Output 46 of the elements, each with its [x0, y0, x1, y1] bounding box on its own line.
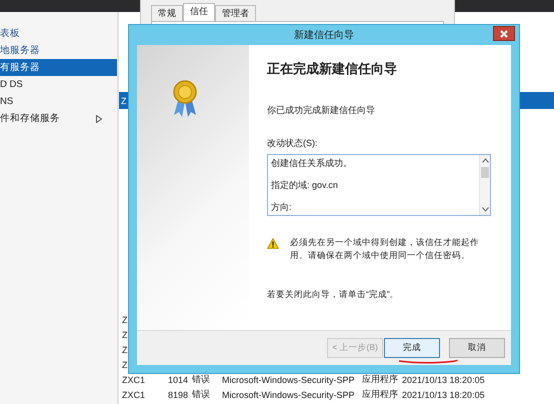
annotation-underline — [398, 358, 458, 364]
table-cell-text: 错误 — [192, 373, 211, 386]
wizard-button[interactable]: 完成 — [384, 338, 440, 358]
table-cell: 2021/10/13 18:20:05 — [402, 374, 485, 384]
closing-text: 若要关闭此向导，请单击“完成”。 — [267, 289, 400, 301]
table-cell-text: 8198 — [168, 390, 190, 400]
intro-text: 你已成功完成新建信任向导 — [267, 104, 376, 117]
status-line: 创建信任关系成功。 — [271, 157, 353, 168]
table-cell-text: 错误 — [192, 388, 211, 401]
scrollbar[interactable] — [479, 155, 490, 215]
sidebar-item[interactable]: 有服务器 — [0, 59, 117, 76]
warning-icon — [267, 238, 279, 249]
status-line: 方向: — [271, 201, 293, 212]
window-title: 新建信任向导 — [294, 28, 354, 42]
close-icon — [500, 30, 508, 38]
table-cell: 2021/10/13 18:20:05 — [402, 390, 485, 400]
table-cell: Z — [122, 330, 128, 340]
scroll-thumb[interactable] — [481, 167, 489, 178]
tab[interactable]: 管理者 — [215, 5, 256, 21]
table-cell-text: 应用程序 — [362, 373, 399, 386]
expand-arrow-icon[interactable] — [96, 114, 102, 122]
tab[interactable]: 信任 — [183, 3, 215, 21]
scroll-down-icon[interactable] — [482, 207, 488, 212]
table-cell-text: ZXC1 — [122, 374, 146, 384]
sidebar-item[interactable]: 地服务器 — [0, 42, 117, 59]
sidebar-item[interactable]: 表板 — [0, 25, 117, 42]
table-cell: Z — [122, 344, 128, 354]
warning-text: 必须先在另一个域中得到创建，该信任才能起作用。请确保在两个域中使用同一个信任密码。 — [290, 236, 480, 262]
table-cell-text: Microsoft-Windows-Security-SPP — [222, 374, 356, 384]
sidebar-item[interactable]: NS — [0, 93, 117, 110]
close-button[interactable] — [493, 26, 515, 41]
status-line: 指定的域: gov.cn — [271, 179, 339, 190]
wizard-heading: 正在完成新建信任向导 — [267, 60, 398, 78]
status-label: 改动状态(S): — [267, 137, 318, 150]
scroll-up-icon[interactable] — [482, 158, 488, 163]
table-cell-text: 应用程序 — [362, 388, 399, 401]
status-box[interactable]: 创建信任关系成功。 指定的域: gov.cn 方向: — [267, 154, 491, 216]
sidebar-item[interactable]: 件和存储服务 — [0, 110, 117, 127]
tab[interactable]: 常规 — [151, 5, 183, 21]
wizard-button[interactable]: 取消 — [449, 338, 505, 358]
table-cell-text: ZXC1 — [122, 390, 146, 400]
table-cell: Z — [122, 360, 128, 370]
table-cell-text: 1014 — [168, 374, 190, 384]
sidebar-item[interactable]: D DS — [0, 76, 117, 93]
table-cell: Z — [122, 314, 128, 324]
table-cell-text: Microsoft-Windows-Security-SPP — [222, 390, 356, 400]
